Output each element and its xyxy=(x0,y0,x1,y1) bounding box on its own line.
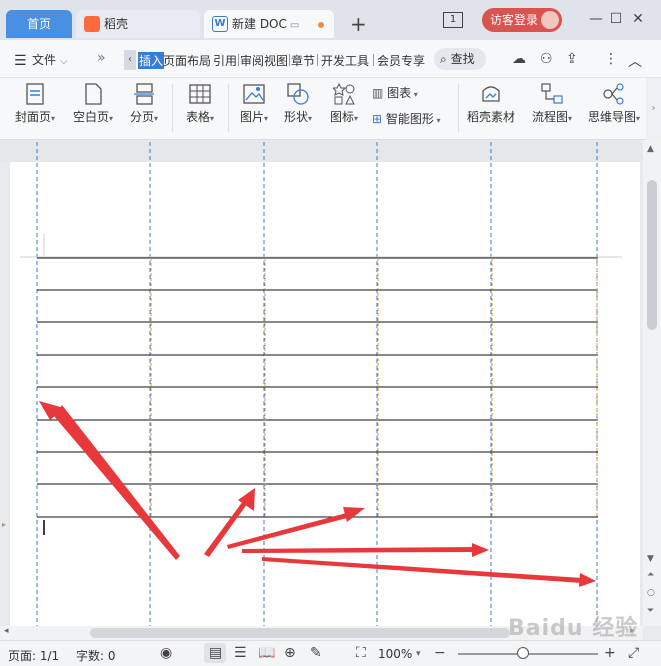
column-guides xyxy=(36,142,598,626)
write-mode-icon[interactable]: ✎ xyxy=(310,645,322,661)
vertical-scroll-thumb[interactable] xyxy=(647,180,657,330)
vertical-scrollbar[interactable]: ▲ ▼ ⏶ ○ ⏷ xyxy=(643,140,661,626)
table[interactable] xyxy=(37,257,598,518)
arrow-head xyxy=(343,507,365,522)
arrow-to-second-column xyxy=(204,497,250,557)
document-canvas: ▸ xyxy=(2,142,622,626)
fit-page-icon[interactable]: ⛶ xyxy=(356,645,366,661)
eye-protection-icon[interactable]: ◉ xyxy=(160,645,172,661)
scroll-left-icon[interactable]: ◂ xyxy=(4,626,9,636)
left-margin-marker: ▸ xyxy=(2,520,6,529)
table-row-lines xyxy=(37,257,598,518)
status-bar: 页面: 1/1 字数: 0 ◉ ▤ ☰ 📖 ⊕ ✎ ⛶ 100% ▾ − + ⤢ xyxy=(0,640,661,666)
outline-view-icon[interactable]: ☰ xyxy=(234,645,247,661)
zoom-slider-knob[interactable] xyxy=(517,647,529,659)
scroll-down-icon[interactable]: ▼ xyxy=(647,554,654,564)
horizontal-scroll-thumb[interactable] xyxy=(90,628,510,638)
arrow-to-first-column xyxy=(39,402,180,560)
fullscreen-icon[interactable]: ⤢ xyxy=(628,645,639,661)
scroll-up-icon[interactable]: ▲ xyxy=(647,144,654,154)
watermark: Baidu 经验 xyxy=(508,616,639,641)
arrow-head xyxy=(472,543,489,557)
arrow-head xyxy=(579,573,596,587)
page-count: 页面: 1/1 xyxy=(8,649,60,663)
zoom-level[interactable]: 100% xyxy=(378,647,412,661)
annotation-arrows xyxy=(39,401,596,587)
zoom-in-icon[interactable]: + xyxy=(604,645,616,661)
arrow-to-fifth-column xyxy=(262,557,582,583)
word-count[interactable]: 字数: 0 xyxy=(76,647,116,664)
arrow-to-third-column xyxy=(227,512,351,549)
select-browse-object-icon[interactable]: ○ xyxy=(647,588,655,598)
previous-page-icon[interactable]: ⏶ xyxy=(647,570,654,580)
reading-view-icon[interactable]: 📖 xyxy=(258,645,275,661)
next-page-icon[interactable]: ⏷ xyxy=(647,606,654,616)
zoom-out-icon[interactable]: − xyxy=(434,645,446,661)
page-view-icon[interactable]: ▤ xyxy=(209,645,222,661)
zoom-dropdown-icon[interactable]: ▾ xyxy=(416,649,421,659)
web-view-icon[interactable]: ⊕ xyxy=(284,645,296,661)
arrow-to-fourth-column xyxy=(242,547,476,553)
